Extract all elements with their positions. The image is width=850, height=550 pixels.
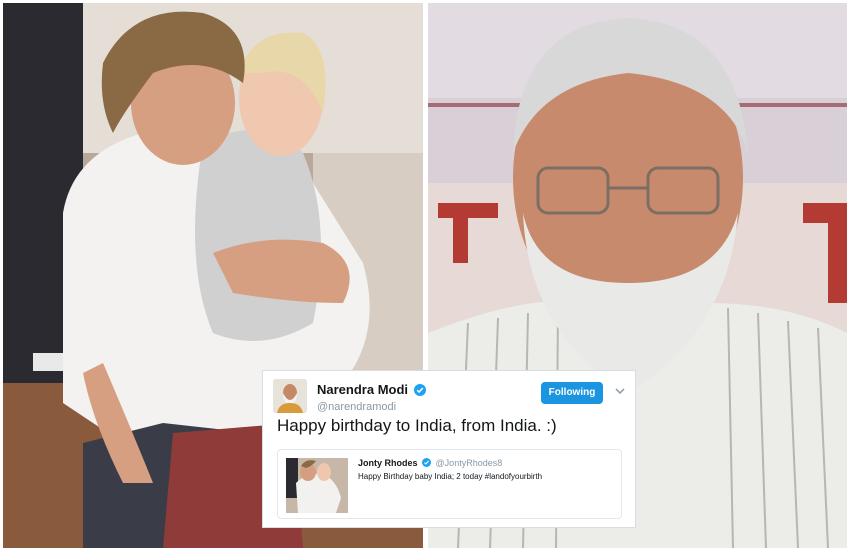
quoted-thumbnail-image	[286, 458, 348, 513]
tweet-text: Happy birthday to India, from India. :)	[277, 416, 557, 435]
chevron-down-icon[interactable]	[615, 387, 625, 395]
quoted-tweet-thumbnail[interactable]	[286, 458, 348, 513]
avatar[interactable]	[273, 379, 307, 413]
quoted-tweet-text: Happy Birthday baby India; 2 today #land…	[358, 472, 543, 481]
following-button[interactable]: Following	[541, 382, 603, 404]
quoted-author-handle[interactable]: @JontyRhodes8	[436, 458, 503, 468]
quoted-author-name[interactable]: Jonty Rhodes	[358, 458, 418, 468]
tweet-header: Narendra Modi @narendramodi Following	[273, 379, 625, 417]
verified-badge-icon	[414, 383, 427, 396]
avatar-image	[273, 379, 307, 413]
author-handle[interactable]: @narendramodi	[317, 401, 426, 413]
embedded-tweet[interactable]: Narendra Modi @narendramodi Following Ha…	[262, 370, 636, 528]
quoted-tweet[interactable]: Jonty Rhodes @JontyRhodes8 Happy Birthda…	[277, 449, 622, 519]
quoted-verified-badge-icon	[422, 458, 432, 467]
author-block: Narendra Modi @narendramodi	[317, 381, 427, 413]
quoted-author: Jonty Rhodes @JontyRhodes8	[358, 458, 502, 468]
author-name[interactable]: Narendra Modi	[317, 382, 408, 397]
